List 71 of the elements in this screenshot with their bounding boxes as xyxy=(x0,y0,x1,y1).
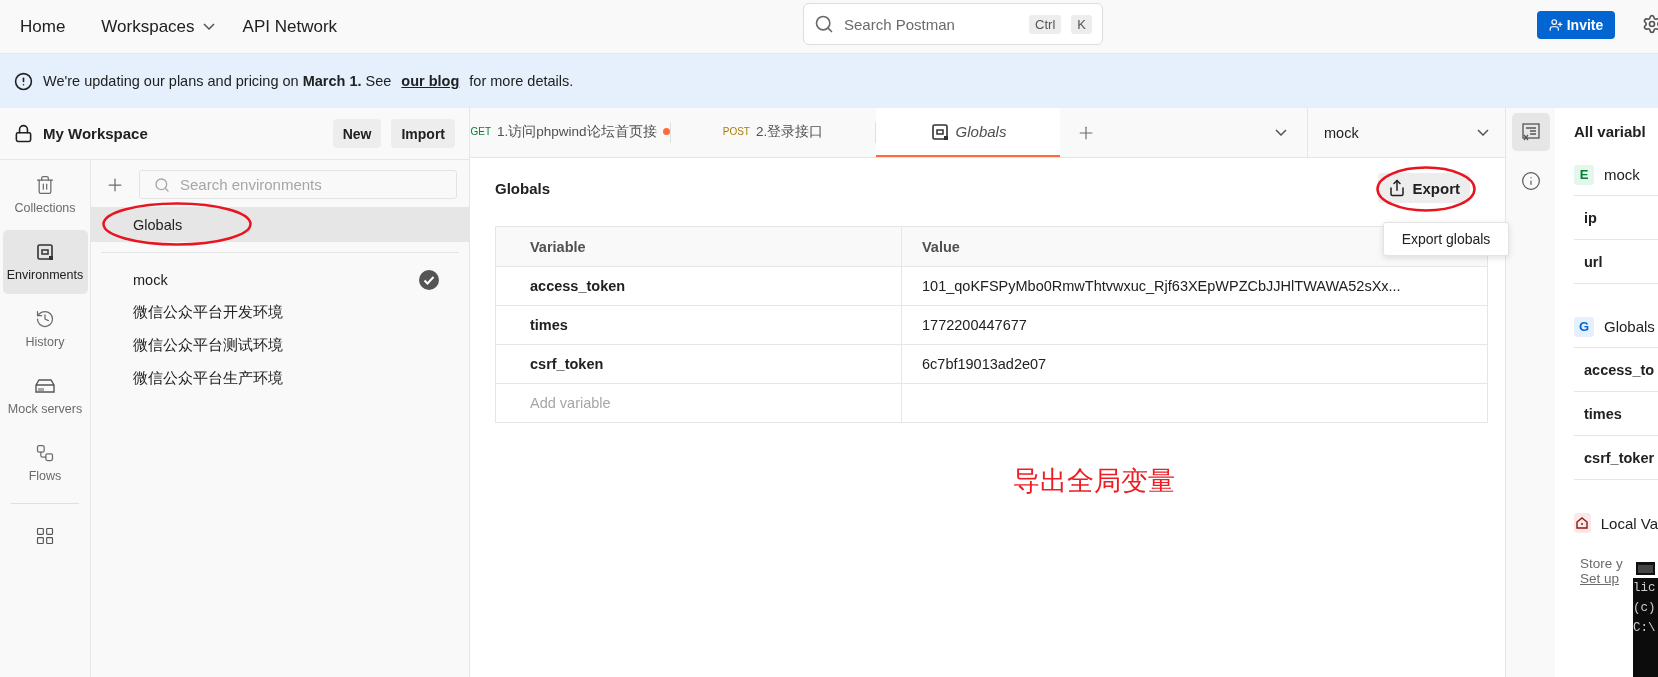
console-text: lic xyxy=(1633,580,1656,597)
sidebar-item[interactable]: Mock servers xyxy=(2,364,88,428)
server-icon xyxy=(34,376,56,396)
environment-item[interactable]: 微信公众平台开发环境 xyxy=(91,296,469,329)
console-window[interactable]: lic (c) C:\ xyxy=(1633,558,1658,677)
sidebar-item[interactable]: Flows xyxy=(2,431,88,495)
chevron-down-icon[interactable] xyxy=(1275,129,1287,136)
workspace-title: My Workspace xyxy=(43,125,149,142)
export-icon xyxy=(1388,179,1407,197)
workspace-button[interactable]: Import xyxy=(391,119,455,148)
environment-icon xyxy=(35,242,55,262)
table-cell-text: access_token xyxy=(529,277,627,296)
environment-icon xyxy=(929,121,950,142)
settings-icon[interactable] xyxy=(1642,14,1658,34)
nav-link[interactable]: Home xyxy=(20,16,66,37)
panel-title: All variabl xyxy=(1574,121,1647,142)
flow-icon xyxy=(35,443,55,463)
check-circle-icon xyxy=(419,269,439,290)
variable-name: csrf_toker xyxy=(1574,436,1658,480)
request-tab[interactable]: Globals xyxy=(876,108,1060,157)
variables-icon[interactable] xyxy=(1520,122,1541,142)
search-icon xyxy=(154,176,170,193)
table-cell-text: csrf_token xyxy=(529,355,605,374)
environment-item[interactable]: mock xyxy=(91,263,469,296)
add-user-icon xyxy=(1548,18,1563,32)
search-field[interactable]: Search Postman Ctrl K xyxy=(803,3,1103,45)
scope-badge: G xyxy=(1574,316,1594,337)
lock-icon xyxy=(14,124,33,143)
request-tab[interactable]: GET 1.访问phpwind论坛首页接 xyxy=(470,108,670,157)
workspace-button[interactable]: New xyxy=(332,119,382,148)
blog-link[interactable]: our blog xyxy=(401,73,460,89)
tooltip: Export globals xyxy=(1383,222,1509,256)
setup-link[interactable]: Set up xyxy=(1580,571,1620,586)
info-icon[interactable] xyxy=(1520,171,1541,191)
shortcut-key: Ctrl xyxy=(1029,14,1062,34)
variable-name: times xyxy=(1574,392,1658,436)
shortcut-key: K xyxy=(1071,14,1092,34)
sidebar-item[interactable]: Collections xyxy=(2,163,88,227)
group-title: Globals xyxy=(1604,318,1655,335)
search-icon xyxy=(814,14,834,34)
group-title: Local Va xyxy=(1600,514,1658,532)
nav-link[interactable]: API Network xyxy=(242,16,338,37)
table-cell-text: times xyxy=(529,316,569,335)
banner-text: for more details. xyxy=(469,73,574,89)
alert-icon xyxy=(14,71,33,91)
console-text: C:\ xyxy=(1633,620,1656,637)
nav-link[interactable]: Workspaces xyxy=(101,16,195,37)
invite-button[interactable]: Invite xyxy=(1537,11,1615,39)
home-icon xyxy=(1574,513,1591,533)
console-icon xyxy=(1636,561,1655,575)
apps-icon[interactable] xyxy=(35,526,55,546)
banner-text: We're updating our plans and pricing on March 1. See xyxy=(43,73,392,89)
request-tab[interactable]: POST 2.登录接口 xyxy=(671,108,875,157)
environment-item[interactable]: 微信公众平台生产环境 xyxy=(91,362,469,395)
environment-item[interactable]: 微信公众平台测试环境 xyxy=(91,329,469,362)
variable-name: url xyxy=(1574,240,1658,284)
variable-name: access_to xyxy=(1574,348,1658,392)
sidebar-item[interactable]: History xyxy=(2,297,88,361)
column-header: Variable xyxy=(529,237,587,257)
export-button[interactable]: Export xyxy=(1378,173,1470,203)
scope-badge: E xyxy=(1574,164,1594,185)
group-title: mock xyxy=(1604,166,1640,183)
console-text: (c) xyxy=(1633,600,1656,617)
history-icon xyxy=(35,309,55,329)
panel-title: Globals xyxy=(495,179,550,197)
variable-name: ip xyxy=(1574,196,1658,240)
annotation-text: 导出全局变量 xyxy=(1013,465,1175,498)
chevron-down-icon xyxy=(1477,129,1489,136)
sidebar-item[interactable]: Environments xyxy=(2,230,88,294)
note-text: Store y xyxy=(1580,556,1623,571)
bin-icon xyxy=(35,175,55,195)
